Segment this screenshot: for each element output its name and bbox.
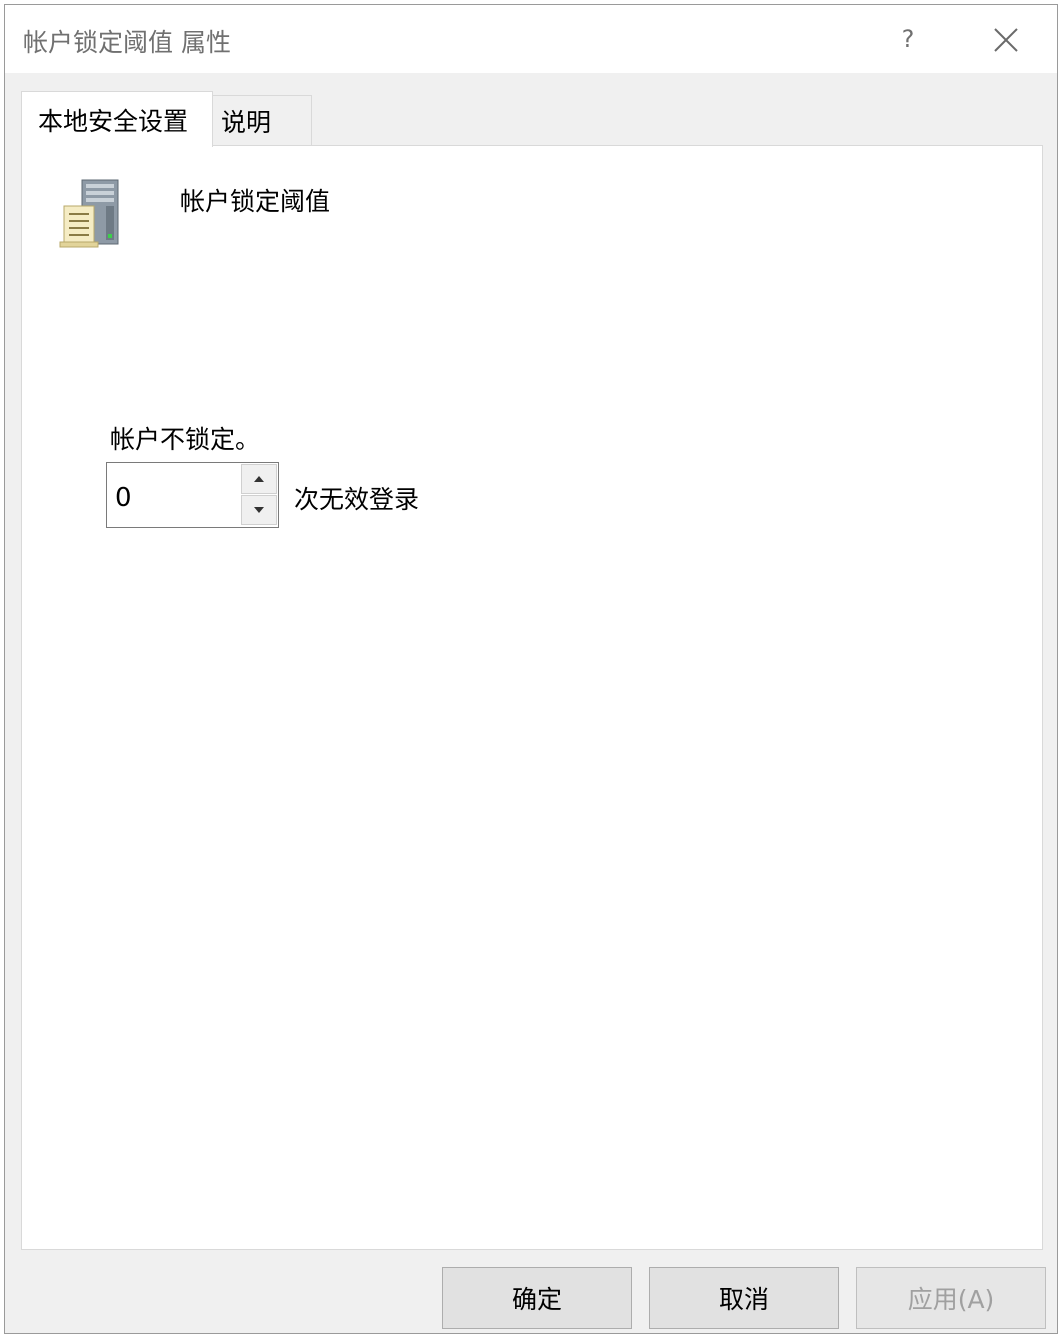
threshold-spinbox	[106, 462, 279, 528]
spin-up-button[interactable]	[241, 464, 277, 494]
apply-button[interactable]: 应用(A)	[856, 1267, 1046, 1329]
arrow-up-icon	[254, 476, 264, 482]
tab-explain[interactable]: 说明	[213, 95, 312, 145]
spin-down-button[interactable]	[241, 495, 277, 525]
close-button[interactable]	[981, 17, 1031, 63]
ok-button[interactable]: 确定	[442, 1267, 632, 1329]
dialog-title: 帐户锁定阈值 属性	[23, 28, 231, 57]
cancel-button[interactable]: 取消	[649, 1267, 839, 1329]
help-button[interactable]: ?	[885, 17, 931, 61]
properties-dialog: 帐户锁定阈值 属性 ? 本地安全设置 说明 帐户锁定阈值 帐户不锁定。 0 次无…	[4, 4, 1058, 1334]
tab-local-security-setting[interactable]: 本地安全设置	[21, 91, 213, 147]
close-icon	[994, 28, 1018, 52]
arrow-down-icon	[254, 507, 264, 513]
lockout-status-text: 帐户不锁定。	[110, 425, 261, 454]
tab-panel: 帐户锁定阈值 帐户不锁定。 次无效登录	[21, 145, 1043, 1250]
threshold-unit-label: 次无效登录	[294, 485, 420, 514]
title-bar: 帐户锁定阈值 属性 ?	[5, 5, 1057, 73]
policy-name: 帐户锁定阈值	[180, 187, 331, 216]
threshold-input[interactable]	[107, 463, 239, 527]
server-policy-icon	[54, 176, 124, 252]
